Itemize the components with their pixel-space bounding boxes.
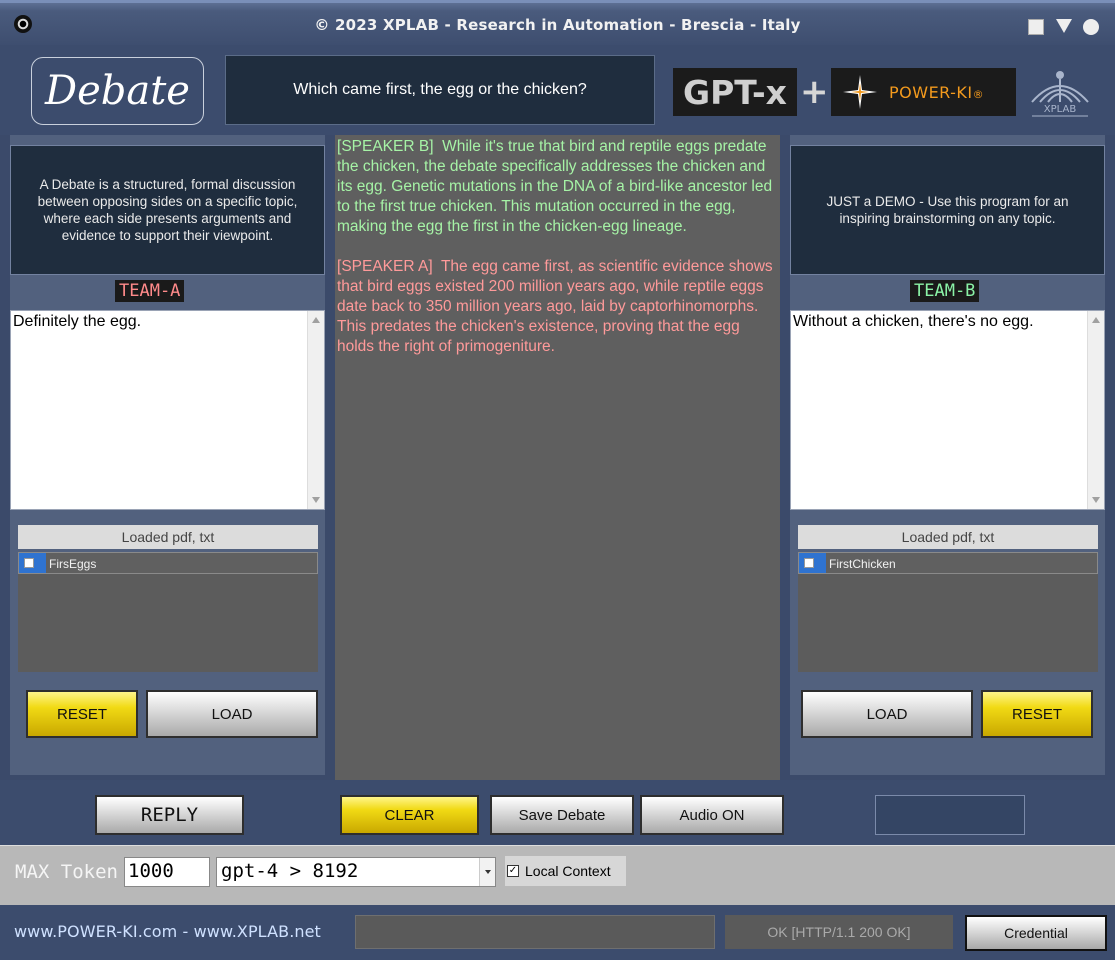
local-context-label: Local Context: [525, 863, 611, 879]
debate-transcript[interactable]: [SPEAKER B] While it's true that bird an…: [335, 135, 780, 780]
team-b-position-text: Without a chicken, there's no egg.: [793, 313, 1034, 330]
close-icon[interactable]: [1083, 19, 1099, 35]
credential-button[interactable]: Credential: [965, 915, 1107, 951]
xplab-logo-icon: XPLAB: [1024, 68, 1096, 118]
save-debate-button[interactable]: Save Debate: [490, 795, 634, 835]
status-box: [875, 795, 1025, 835]
max-token-label: MAX Token: [15, 861, 118, 883]
speaker-name: SPEAKER B: [341, 138, 430, 155]
footer-input[interactable]: [355, 915, 715, 949]
file-checkbox[interactable]: [799, 553, 826, 573]
local-context-checkbox[interactable]: ✓ Local Context: [505, 856, 626, 886]
app-logo: Debate: [31, 57, 204, 125]
team-b-scrollbar[interactable]: [1087, 311, 1104, 509]
debate-entry-speaker-a: [SPEAKER A] The egg came first, as scien…: [337, 258, 773, 355]
right-panel: JUST a DEMO - Use this program for an in…: [790, 135, 1105, 775]
files-header: Loaded pdf, txt: [798, 525, 1098, 549]
chevron-down-icon[interactable]: [479, 858, 495, 886]
team-b-reset-button[interactable]: RESET: [981, 690, 1093, 738]
debate-entry-speaker-b: [SPEAKER B] While it's true that bird an…: [337, 138, 773, 235]
team-a-position-text: Definitely the egg.: [13, 313, 142, 330]
team-a-label: TEAM-A: [115, 280, 185, 302]
team-a-position-input[interactable]: Definitely the egg.: [10, 310, 325, 510]
powerki-brand: POWER-KI: [889, 82, 973, 102]
maximize-icon[interactable]: [1028, 19, 1044, 35]
http-status: OK [HTTP/1.1 200 OK]: [725, 915, 953, 949]
debate-question[interactable]: Which came first, the egg or the chicken…: [225, 55, 655, 125]
file-name: FirsEggs: [49, 557, 97, 571]
checkmark-icon[interactable]: ✓: [507, 865, 519, 877]
powerki-logo: POWER-KI®: [831, 68, 1016, 116]
footer-links[interactable]: www.POWER-KI.com - www.XPLAB.net: [14, 922, 321, 941]
team-a-load-button[interactable]: LOAD: [146, 690, 318, 738]
registered-mark: ®: [972, 87, 985, 101]
team-b-load-button[interactable]: LOAD: [801, 690, 973, 738]
minimize-icon[interactable]: [1056, 19, 1072, 33]
scroll-down-icon[interactable]: [312, 497, 320, 503]
files-header: Loaded pdf, txt: [18, 525, 318, 549]
model-select-value: gpt-4 > 8192: [221, 860, 359, 882]
svg-text:XPLAB: XPLAB: [1044, 104, 1077, 115]
left-panel: A Debate is a structured, formal discuss…: [10, 135, 325, 775]
file-row[interactable]: FirstChicken: [798, 552, 1098, 574]
model-select[interactable]: gpt-4 > 8192: [216, 857, 496, 887]
speaker-name: SPEAKER A: [341, 258, 429, 275]
scroll-down-icon[interactable]: [1092, 497, 1100, 503]
reply-button[interactable]: REPLY: [95, 795, 244, 835]
audio-toggle-button[interactable]: Audio ON: [640, 795, 784, 835]
star-icon: [841, 73, 879, 111]
file-row[interactable]: FirsEggs: [18, 552, 318, 574]
team-a-scrollbar[interactable]: [307, 311, 324, 509]
file-checkbox[interactable]: [19, 553, 46, 573]
max-token-input[interactable]: 1000: [124, 857, 210, 887]
team-a-reset-button[interactable]: RESET: [26, 690, 138, 738]
files-list: FirsEggs: [18, 552, 318, 672]
powerki-text: POWER-KI®: [889, 83, 984, 102]
team-b-files-panel: Loaded pdf, txt FirstChicken LOAD RESET: [790, 520, 1105, 775]
clear-button[interactable]: CLEAR: [340, 795, 479, 835]
team-a-files-panel: Loaded pdf, txt FirsEggs RESET LOAD: [10, 520, 325, 775]
window-title: © 2023 XPLAB - Research in Automation - …: [314, 16, 801, 34]
gpt-logo: GPT-x: [673, 68, 797, 116]
team-b-label: TEAM-B: [910, 280, 980, 302]
team-b-position-input[interactable]: Without a chicken, there's no egg.: [790, 310, 1105, 510]
demo-description: JUST a DEMO - Use this program for an in…: [790, 145, 1105, 275]
debate-description: A Debate is a structured, formal discuss…: [10, 145, 325, 275]
plus-sign: +: [800, 72, 829, 112]
scroll-up-icon[interactable]: [312, 317, 320, 323]
files-list: FirstChicken: [798, 552, 1098, 672]
file-name: FirstChicken: [829, 557, 896, 571]
scroll-up-icon[interactable]: [1092, 317, 1100, 323]
